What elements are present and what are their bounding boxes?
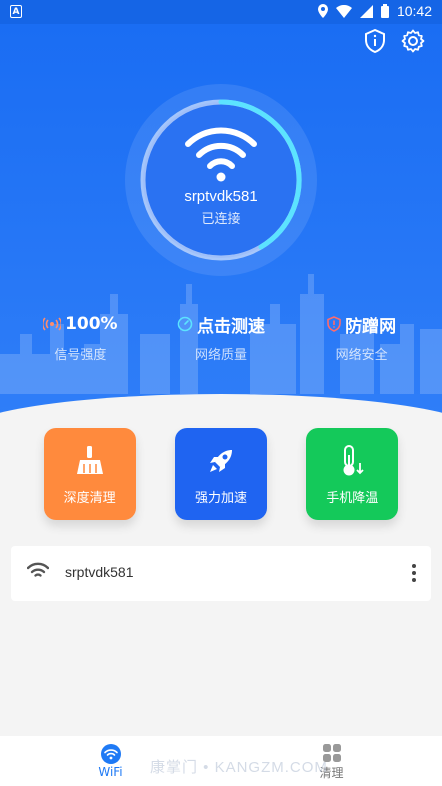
stat-signal: 100% 信号强度 <box>15 312 145 363</box>
network-list-item[interactable]: srptvdk581 <box>11 546 431 601</box>
location-icon <box>317 4 328 18</box>
network-stats: 100% 信号强度 点击测速 网络质量 防蹭网 网络安全 <box>0 312 442 363</box>
stat-security[interactable]: 防蹭网 网络安全 <box>297 312 427 363</box>
cool-down-button[interactable]: 手机降温 <box>306 428 399 520</box>
deep-clean-label: 深度清理 <box>63 490 116 506</box>
boost-button[interactable]: 强力加速 <box>174 428 267 520</box>
battery-icon <box>380 4 389 18</box>
network-ssid: srptvdk581 <box>65 564 134 580</box>
connection-status: 已连接 <box>201 212 241 227</box>
signal-label: 信号强度 <box>54 348 107 363</box>
info-button[interactable] <box>362 28 388 54</box>
connected-ssid: srptvdk581 <box>184 188 258 205</box>
wifi-tab-icon <box>100 744 121 764</box>
deep-clean-button[interactable]: 深度清理 <box>43 428 136 520</box>
settings-button[interactable] <box>400 28 426 54</box>
tab-wifi-label: WiFi <box>98 765 123 779</box>
signal-value: 100% <box>65 314 118 334</box>
info-shield-icon <box>365 29 385 53</box>
cell-signal-icon <box>359 4 373 18</box>
cool-down-label: 手机降温 <box>326 490 379 506</box>
notification-a-icon: A <box>10 5 22 18</box>
signal-icon <box>43 317 62 331</box>
speedometer-icon <box>177 316 193 332</box>
wifi-large-icon <box>185 127 257 182</box>
connection-ring[interactable]: srptvdk581 已连接 <box>125 84 317 276</box>
wifi-status-icon <box>335 4 352 18</box>
watermark: 康掌门 • KANGZM.COM <box>150 759 328 776</box>
more-vertical-icon[interactable] <box>411 562 417 584</box>
thermometer-icon <box>343 444 364 475</box>
speedtest-value: 点击测速 <box>196 316 265 337</box>
stat-speedtest[interactable]: 点击测速 网络质量 <box>156 312 286 363</box>
quick-tools: 深度清理 强力加速 手机降温 <box>0 428 442 520</box>
speedtest-label: 网络质量 <box>194 348 247 363</box>
status-time: 10:42 <box>396 3 432 19</box>
gear-icon <box>401 29 425 53</box>
broom-icon <box>76 445 103 474</box>
status-bar: A 10:42 <box>0 0 442 24</box>
hero-curve <box>0 394 442 424</box>
boost-label: 强力加速 <box>194 490 247 506</box>
top-actions <box>362 28 426 54</box>
rocket-icon <box>209 449 232 472</box>
shield-icon <box>327 316 341 332</box>
security-value: 防蹭网 <box>345 316 397 337</box>
wifi-small-icon <box>27 562 49 577</box>
security-label: 网络安全 <box>335 348 388 363</box>
